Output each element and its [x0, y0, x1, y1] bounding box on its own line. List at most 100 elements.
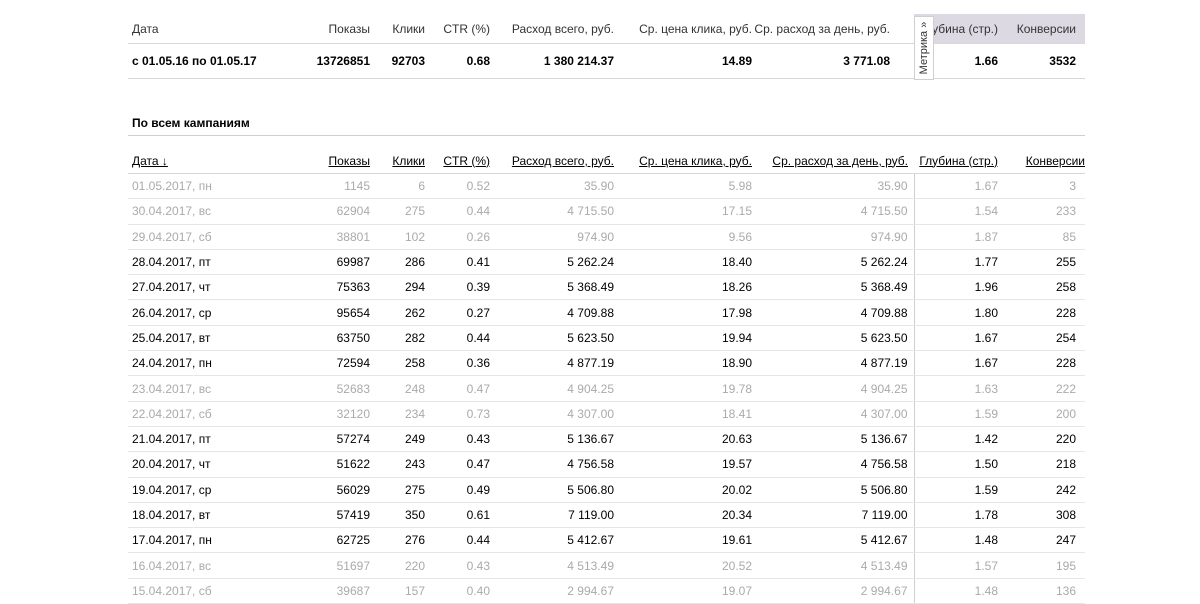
cell-depth: 1.50 — [914, 451, 1004, 478]
cell-date: 29.04.2017, сб — [128, 224, 282, 250]
summary-daily-spend: 3 771.08 — [752, 43, 914, 79]
cell-spend: 4 307.00 — [490, 401, 614, 427]
cell-date: 20.04.2017, чт — [128, 451, 282, 478]
cell-ctr: 0.44 — [425, 198, 490, 225]
table-row: 22.04.2017, сб 32120 234 0.73 4 307.00 18.41 4… — [128, 401, 1085, 427]
column-header-clicks[interactable]: Клики — [370, 148, 425, 174]
cell-impressions: 51622 — [282, 451, 370, 478]
cell-depth: 1.48 — [914, 527, 1004, 554]
cell-impressions: 56029 — [282, 477, 370, 503]
cell-clicks: 234 — [370, 401, 425, 427]
table-row: 16.04.2017, вс 51697 220 0.43 4 513.49 20.52 4… — [128, 552, 1085, 579]
table-row: 29.04.2017, сб 38801 102 0.26 974.90 9.56 974.… — [128, 224, 1085, 250]
summary-date-range: с 01.05.16 по 01.05.17 — [128, 43, 282, 79]
sort-link-date[interactable]: Дата ↓ — [132, 154, 168, 168]
cell-depth: 1.42 — [914, 426, 1004, 453]
cell-conversions: 308 — [1004, 502, 1085, 529]
cell-ctr: 0.39 — [425, 274, 490, 301]
cell-impressions: 52683 — [282, 375, 370, 402]
cell-ctr: 0.47 — [425, 375, 490, 402]
summary-table: Дата Показы Клики CTR (%) Расход всего, … — [128, 14, 1085, 79]
cell-ctr: 0.49 — [425, 477, 490, 503]
cell-depth: 1.59 — [914, 401, 1004, 427]
cell-depth: 1.54 — [914, 198, 1004, 225]
table-row: 18.04.2017, вт 57419 350 0.61 7 119.00 20.34 7… — [128, 502, 1085, 529]
column-header-conversions[interactable]: Конверсии — [1004, 148, 1085, 174]
summary-header-ctr: CTR (%) — [425, 14, 490, 44]
table-row: 21.04.2017, пт 57274 249 0.43 5 136.67 20.63 5… — [128, 426, 1085, 453]
summary-header-date: Дата — [128, 14, 282, 44]
summary-header-clicks: Клики — [370, 14, 425, 44]
sort-link-ctr[interactable]: CTR (%) — [443, 154, 490, 168]
column-header-cpc[interactable]: Ср. цена клика, руб. — [614, 148, 752, 174]
cell-clicks: 243 — [370, 451, 425, 478]
cell-impressions: 32120 — [282, 401, 370, 427]
cell-daily-spend: 5 262.24 — [752, 249, 915, 276]
summary-impressions: 13726851 — [282, 43, 370, 79]
column-header-spend[interactable]: Расход всего, руб. — [490, 148, 614, 174]
cell-ctr: 0.52 — [425, 173, 490, 200]
sort-link-impressions[interactable]: Показы — [329, 154, 370, 168]
cell-conversions: 200 — [1004, 401, 1085, 427]
sort-link-clicks[interactable]: Клики — [392, 154, 425, 168]
cell-daily-spend: 4 756.58 — [752, 451, 915, 478]
cell-ctr: 0.44 — [425, 527, 490, 554]
cell-clicks: 258 — [370, 350, 425, 377]
cell-date: 26.04.2017, ср — [128, 299, 282, 326]
cell-date: 19.04.2017, ср — [128, 477, 282, 503]
cell-depth: 1.67 — [914, 173, 1004, 200]
metrika-toggle-tab[interactable]: Метрика » — [914, 16, 934, 80]
cell-daily-spend: 5 412.67 — [752, 527, 915, 554]
cell-depth: 1.67 — [914, 350, 1004, 377]
sort-link-depth[interactable]: Глубина (стр.) — [919, 154, 998, 168]
cell-cpc: 20.02 — [614, 477, 752, 503]
cell-cpc: 17.98 — [614, 299, 752, 326]
cell-clicks: 220 — [370, 552, 425, 579]
summary-spend: 1 380 214.37 — [490, 43, 614, 79]
cell-spend: 4 904.25 — [490, 375, 614, 402]
cell-spend: 974.90 — [490, 224, 614, 250]
table-row: 25.04.2017, вт 63750 282 0.44 5 623.50 19.94 5… — [128, 325, 1085, 352]
column-header-ctr[interactable]: CTR (%) — [425, 148, 490, 174]
cell-spend: 5 412.67 — [490, 527, 614, 554]
cell-cpc: 20.34 — [614, 502, 752, 529]
table-row: 27.04.2017, чт 75363 294 0.39 5 368.49 18.26 5… — [128, 274, 1085, 301]
cell-clicks: 276 — [370, 527, 425, 554]
sort-link-daily-spend[interactable]: Ср. расход за день, руб. — [772, 154, 908, 168]
cell-conversions: 228 — [1004, 299, 1085, 326]
cell-clicks: 350 — [370, 502, 425, 529]
cell-conversions: 254 — [1004, 325, 1085, 352]
column-header-impressions[interactable]: Показы — [282, 148, 370, 174]
cell-conversions: 3 — [1004, 173, 1085, 200]
table-row: 30.04.2017, вс 62904 275 0.44 4 715.50 17.15 4… — [128, 198, 1085, 225]
cell-daily-spend: 4 709.88 — [752, 299, 915, 326]
sort-link-conversions[interactable]: Конверсии — [1026, 154, 1085, 168]
column-header-date[interactable]: Дата ↓ — [128, 148, 282, 174]
sort-link-spend[interactable]: Расход всего, руб. — [512, 154, 614, 168]
cell-daily-spend: 35.90 — [752, 173, 915, 200]
cell-daily-spend: 4 715.50 — [752, 198, 915, 225]
summary-header-row: Дата Показы Клики CTR (%) Расход всего, … — [128, 14, 1085, 44]
cell-impressions: 38801 — [282, 224, 370, 250]
cell-clicks: 275 — [370, 198, 425, 225]
cell-conversions: 255 — [1004, 249, 1085, 276]
table-row: 24.04.2017, пн 72594 258 0.36 4 877.19 18.90 4… — [128, 350, 1085, 377]
cell-ctr: 0.61 — [425, 502, 490, 529]
table-row: 28.04.2017, пт 69987 286 0.41 5 262.24 18.40 5… — [128, 249, 1085, 276]
sort-link-cpc[interactable]: Ср. цена клика, руб. — [639, 154, 752, 168]
cell-impressions: 95654 — [282, 299, 370, 326]
summary-header-impressions: Показы — [282, 14, 370, 44]
cell-clicks: 249 — [370, 426, 425, 453]
cell-cpc: 18.41 — [614, 401, 752, 427]
cell-spend: 4 756.58 — [490, 451, 614, 478]
cell-impressions: 51697 — [282, 552, 370, 579]
section-divider — [128, 135, 1085, 136]
cell-cpc: 18.26 — [614, 274, 752, 301]
summary-header-cpc: Ср. цена клика, руб. — [614, 14, 752, 44]
cell-spend: 4 709.88 — [490, 299, 614, 326]
cell-impressions: 1145 — [282, 173, 370, 200]
column-header-daily-spend[interactable]: Ср. расход за день, руб. — [752, 148, 914, 174]
cell-impressions: 62904 — [282, 198, 370, 225]
column-header-depth[interactable]: Глубина (стр.) — [914, 148, 1004, 174]
cell-impressions: 57419 — [282, 502, 370, 529]
